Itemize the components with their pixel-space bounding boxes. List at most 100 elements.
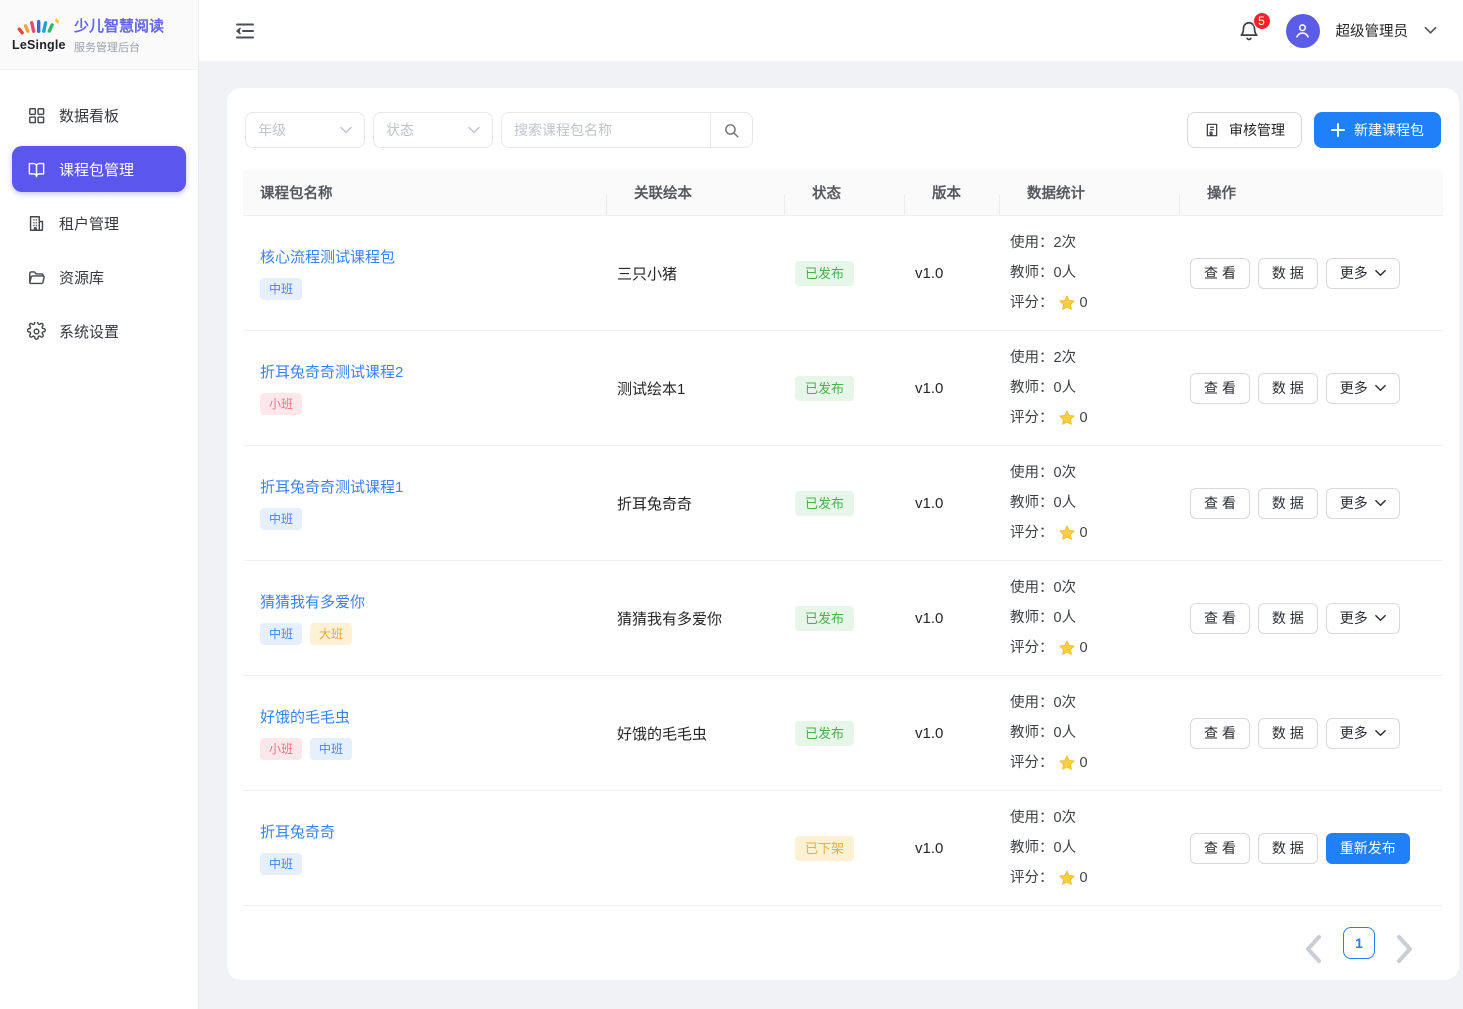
status-badge: 已发布 [795,261,854,286]
data-button[interactable]: 数 据 [1258,718,1318,749]
brand-logo: LeSingle [12,17,64,52]
more-button[interactable]: 更多 [1326,373,1400,404]
data-button[interactable]: 数 据 [1258,488,1318,519]
view-label: 查 看 [1204,723,1236,743]
star-icon [1058,869,1076,887]
stats-cell: 使用：2次 教师：0人 评分： 0 [1010,228,1190,318]
data-button[interactable]: 数 据 [1258,258,1318,289]
chevron-down-icon[interactable] [1424,26,1437,35]
notifications-bell[interactable]: 5 [1238,20,1260,42]
table-row: 核心流程测试课程包 中班 三只小猪 已发布 v1.0 使用：2次 教师：0人 评… [243,216,1443,331]
more-label: 更多 [1340,493,1368,513]
status-select[interactable]: 状态 [373,112,493,148]
stat-rating: 评分： 0 [1010,633,1190,663]
grade-tag: 中班 [260,278,302,300]
more-button[interactable]: 更多 [1326,488,1400,519]
data-button[interactable]: 数 据 [1258,603,1318,634]
more-button[interactable]: 更多 [1326,603,1400,634]
stat-teachers: 教师：0人 [1010,488,1190,518]
course-package-link[interactable]: 折耳兔奇奇测试课程2 [260,361,403,382]
stats-cell: 使用：0次 教师：0人 评分： 0 [1010,573,1190,663]
grade-tags: 中班 [260,853,617,875]
building-icon [27,214,46,233]
related-book: 折耳兔奇奇 [617,493,795,514]
status-badge: 已发布 [795,376,854,401]
status-badge: 已发布 [795,721,854,746]
stat-rating: 评分： 0 [1010,288,1190,318]
view-button[interactable]: 查 看 [1190,718,1250,749]
chevron-down-icon [468,126,480,134]
grade-tags: 中班 [260,508,617,530]
logo-arc-icon [12,17,64,39]
status-cell: 已发布 [795,606,915,631]
more-button[interactable]: 更多 [1326,258,1400,289]
grade-tag: 中班 [260,853,302,875]
version: v1.0 [915,725,1010,742]
stats-cell: 使用：0次 教师：0人 评分： 0 [1010,688,1190,778]
next-page-button[interactable] [1395,933,1415,953]
sidebar-item-label: 数据看板 [59,105,119,126]
chevron-left-icon [1303,933,1323,965]
col-status: 状态 [795,182,915,203]
course-package-link[interactable]: 折耳兔奇奇测试课程1 [260,476,403,497]
star-icon [1058,294,1076,312]
course-package-table: 课程包名称 关联绘本 状态 版本 数据统计 操作 核心流程测试课程包 中班 三只… [243,170,1443,906]
search-button[interactable] [710,113,752,147]
stat-rating: 评分： 0 [1010,518,1190,548]
sidebar-item-dashboard[interactable]: 数据看板 [12,92,186,138]
status-select-placeholder: 状态 [386,120,414,140]
logo-area: LeSingle 少儿智慧阅读 服务管理后台 [0,0,198,70]
create-course-package-button[interactable]: 新建课程包 [1314,112,1441,148]
republish-button[interactable]: 重新发布 [1326,833,1410,864]
data-label: 数 据 [1272,493,1304,513]
prev-page-button[interactable] [1303,933,1323,953]
grade-select[interactable]: 年级 [245,112,365,148]
sidebar-item-course-packages[interactable]: 课程包管理 [12,146,186,192]
search-input[interactable] [502,113,710,147]
review-management-button[interactable]: 审核管理 [1187,112,1302,148]
status-badge: 已发布 [795,491,854,516]
grade-tags: 中班大班 [260,623,617,645]
rating-value: 0 [1080,633,1088,663]
more-label: 更多 [1340,378,1368,398]
table-row: 猜猜我有多爱你 中班大班 猜猜我有多爱你 已发布 v1.0 使用：0次 教师：0… [243,561,1443,676]
course-package-link[interactable]: 猜猜我有多爱你 [260,591,365,612]
status-badge: 已发布 [795,606,854,631]
view-button[interactable]: 查 看 [1190,258,1250,289]
rating-label: 评分： [1010,403,1054,433]
avatar[interactable] [1286,14,1320,48]
menu-fold-icon[interactable] [233,19,257,43]
table-header: 课程包名称 关联绘本 状态 版本 数据统计 操作 [243,170,1443,216]
sidebar-item-tenants[interactable]: 租户管理 [12,200,186,246]
user-name[interactable]: 超级管理员 [1336,20,1409,41]
more-label: 更多 [1340,263,1368,283]
course-package-link[interactable]: 好饿的毛毛虫 [260,706,350,727]
sidebar-item-settings[interactable]: 系统设置 [12,308,186,354]
chevron-down-icon [1375,499,1386,507]
row-actions: 查 看 数 据 更多 [1190,603,1443,634]
data-button[interactable]: 数 据 [1258,373,1318,404]
view-button[interactable]: 查 看 [1190,833,1250,864]
dashboard-icon [27,106,46,125]
data-label: 数 据 [1272,608,1304,628]
course-package-link[interactable]: 折耳兔奇奇 [260,821,335,842]
rating-label: 评分： [1010,633,1054,663]
sidebar-item-resources[interactable]: 资源库 [12,254,186,300]
course-package-link[interactable]: 核心流程测试课程包 [260,246,395,267]
view-button[interactable]: 查 看 [1190,603,1250,634]
col-version: 版本 [915,182,1010,203]
rating-value: 0 [1080,403,1088,433]
sidebar-menu: 数据看板 课程包管理 租户管理 资源库 [0,70,198,354]
more-button[interactable]: 更多 [1326,718,1400,749]
row-actions: 查 看数 据重新发布 [1190,833,1443,864]
stat-usage: 使用：0次 [1010,458,1190,488]
gear-icon [27,322,46,341]
view-button[interactable]: 查 看 [1190,488,1250,519]
stat-teachers: 教师：0人 [1010,373,1190,403]
table-row: 折耳兔奇奇 中班 已下架 v1.0 使用：0次 教师：0人 评分： 0 查 看数… [243,791,1443,906]
page-number[interactable]: 1 [1343,927,1375,959]
app-title: 少儿智慧阅读 [74,15,164,36]
view-button[interactable]: 查 看 [1190,373,1250,404]
rating-label: 评分： [1010,863,1054,893]
data-button[interactable]: 数 据 [1258,833,1318,864]
